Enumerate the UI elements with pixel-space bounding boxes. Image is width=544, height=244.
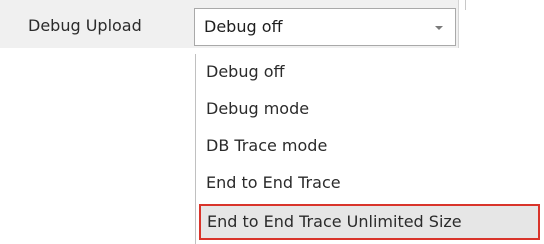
adjacent-field	[458, 0, 544, 48]
debug-upload-label: Debug Upload	[28, 16, 142, 35]
debug-upload-dropdown-list: Debug off Debug mode DB Trace mode End t…	[195, 54, 544, 244]
option-end-to-end-trace[interactable]: End to End Trace	[196, 165, 544, 201]
option-label: DB Trace mode	[206, 136, 328, 155]
option-label: End to End Trace Unlimited Size	[207, 212, 462, 231]
option-end-to-end-trace-unlimited-size[interactable]: End to End Trace Unlimited Size	[199, 204, 540, 240]
select-current-value: Debug off	[204, 17, 283, 36]
option-label: End to End Trace	[206, 173, 341, 192]
option-debug-mode[interactable]: Debug mode	[196, 91, 544, 127]
settings-row: Debug Upload Debug off	[0, 0, 544, 48]
option-label: Debug off	[206, 62, 285, 81]
divider	[465, 0, 466, 10]
chevron-down-icon[interactable]	[435, 26, 443, 30]
option-debug-off[interactable]: Debug off	[196, 54, 544, 90]
option-db-trace-mode[interactable]: DB Trace mode	[196, 128, 544, 164]
option-label: Debug mode	[206, 99, 310, 118]
debug-upload-select[interactable]: Debug off	[194, 8, 456, 46]
